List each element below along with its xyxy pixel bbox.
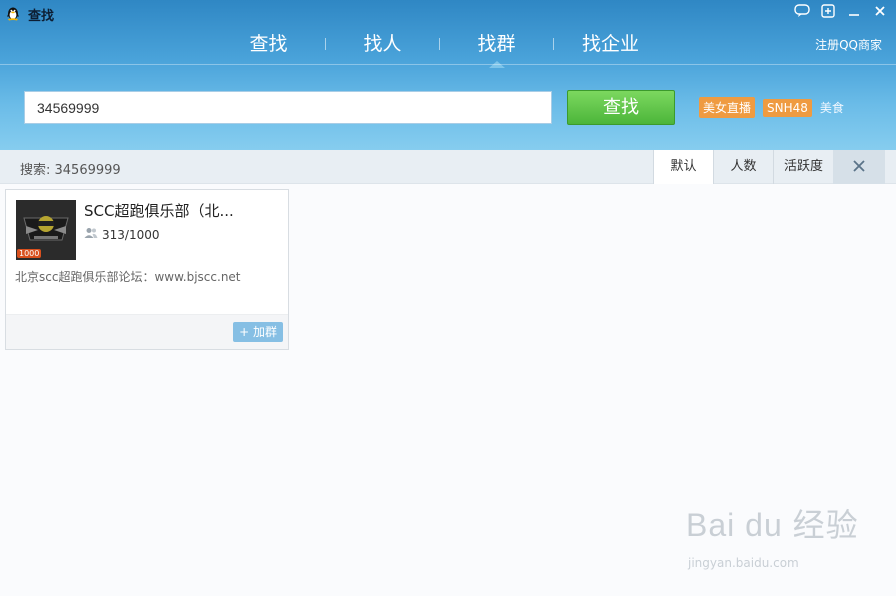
group-description: 北京scc超跑俱乐部论坛：www.bjscc.net	[15, 270, 241, 284]
register-merchant-link[interactable]: 注册QQ商家	[815, 36, 882, 53]
title-bar[interactable]: 查找	[0, 0, 896, 26]
watermark-url: jingyan.baidu.com	[688, 556, 799, 570]
close-icon	[852, 158, 866, 177]
tab-find-companies[interactable]: 找企业	[554, 30, 667, 58]
plus-icon: +	[239, 325, 250, 339]
sort-tab-activity[interactable]: 活跃度	[773, 150, 833, 184]
member-count-value: 313/1000	[102, 227, 160, 242]
qq-penguin-icon	[5, 5, 21, 21]
window-title: 查找	[28, 9, 55, 24]
filter-bar: 搜索: 34569999 默认 人数 活跃度	[0, 150, 896, 184]
tab-search[interactable]: 查找	[212, 30, 325, 58]
tab-find-groups[interactable]: 找群	[440, 30, 553, 68]
watermark-brand: Bai du 经验	[686, 507, 859, 543]
sort-tab-default[interactable]: 默认	[653, 150, 713, 184]
close-filter-button[interactable]	[833, 150, 885, 184]
baidu-watermark: Bai du 经验 jingyan.baidu.com	[686, 500, 859, 570]
hot-tag[interactable]: SNH48	[763, 98, 812, 117]
window-controls	[792, 2, 890, 20]
header: 查找 查找 找人 找群 找企业 注册QQ商家 查找 美女直播 SNH48	[0, 0, 896, 150]
join-group-button[interactable]: + 加群	[233, 322, 283, 342]
join-group-label: 加群	[252, 325, 277, 339]
minimize-icon[interactable]	[844, 2, 864, 20]
group-result-card[interactable]: 1000 SCC超跑俱乐部（北... 313/1000 北京scc超跑俱乐部论坛…	[5, 189, 289, 350]
members-icon	[84, 227, 98, 242]
close-icon[interactable]	[870, 2, 890, 20]
sort-tabs: 默认 人数 活跃度	[653, 150, 885, 184]
group-name[interactable]: SCC超跑俱乐部（北...	[84, 200, 280, 221]
add-icon[interactable]	[818, 2, 838, 20]
level-badge: 1000	[17, 249, 42, 258]
search-button[interactable]: 查找	[567, 90, 675, 125]
tab-find-people[interactable]: 找人	[326, 30, 439, 58]
sort-tab-members[interactable]: 人数	[713, 150, 773, 184]
hot-tag[interactable]: 美食	[820, 97, 844, 118]
search-summary: 搜索: 34569999	[20, 163, 121, 178]
card-footer: + 加群	[6, 314, 288, 349]
member-count: 313/1000	[84, 227, 160, 242]
chat-icon[interactable]	[792, 2, 812, 20]
hot-tag[interactable]: 美女直播	[699, 97, 756, 118]
search-input[interactable]	[24, 91, 552, 124]
main-nav: 查找 找人 找群 找企业	[212, 30, 667, 68]
group-avatar[interactable]: 1000	[16, 200, 76, 260]
hot-tags: 美女直播 SNH48 美食	[699, 97, 844, 118]
